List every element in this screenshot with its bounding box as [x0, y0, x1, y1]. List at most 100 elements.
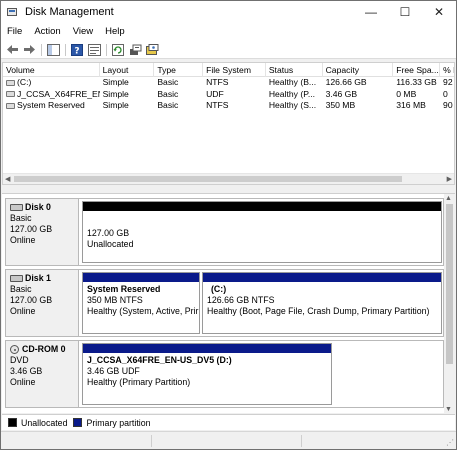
file-system-cell: NTFS — [206, 77, 229, 87]
column-header-volume[interactable]: Volume — [3, 63, 100, 77]
status-cell: Healthy (B... — [268, 77, 317, 87]
partition-size: 350 MB NTFS — [87, 295, 143, 305]
partition-status: Healthy (Boot, Page File, Crash Dump, Pr… — [207, 306, 430, 316]
disk-info[interactable]: Disk 0 Basic 127.00 GB Online — [6, 199, 79, 265]
help-icon[interactable]: ? — [70, 43, 84, 57]
window-title: Disk Management — [25, 6, 114, 18]
column-header-capacity[interactable]: Capacity — [323, 63, 394, 77]
table-row[interactable]: (C:) Simple Basic NTFS Healthy (B... 126… — [3, 77, 454, 89]
back-arrow-icon[interactable] — [5, 43, 19, 57]
status-bar-section — [301, 435, 302, 447]
disk-row: CD-ROM 0 DVD 3.46 GB Online J_CCSA_X64FR… — [5, 340, 444, 408]
status-bar: ⋰ — [1, 431, 456, 449]
status-bar-section — [151, 435, 152, 447]
disk-settings-icon[interactable] — [145, 43, 159, 57]
disk-title: CD-ROM 0 — [10, 344, 78, 355]
volume-name: J_CCSA_X64FRE_EN... — [17, 88, 100, 99]
title-bar: Disk Management — ☐ ✕ — [1, 1, 456, 23]
disk-size: 3.46 GB — [10, 366, 43, 376]
volume-list-horizontal-scrollbar[interactable]: ◀ ▶ — [3, 173, 454, 184]
column-header-free-space[interactable]: Free Spa... — [393, 63, 441, 77]
show-hide-console-tree-icon[interactable] — [46, 43, 60, 57]
toolbar-separator — [65, 43, 66, 56]
disk-row: Disk 1 Basic 127.00 GB Online System Res… — [5, 269, 444, 337]
disk-view-vertical-scrollbar[interactable]: ▲ ▼ — [444, 194, 455, 413]
free-space-cell: 316 MB — [396, 100, 426, 110]
maximize-button[interactable]: ☐ — [388, 1, 422, 23]
percent-free-cell: 92 — [443, 77, 453, 87]
disk-size: 127.00 GB — [10, 224, 53, 234]
scrollbar-thumb[interactable] — [446, 204, 453, 364]
disk-kind: Basic — [10, 213, 32, 223]
close-button[interactable]: ✕ — [422, 1, 456, 23]
disk-name: Disk 1 — [25, 273, 51, 283]
disk-info[interactable]: Disk 1 Basic 127.00 GB Online — [6, 270, 79, 336]
menu-action[interactable]: Action — [28, 23, 66, 41]
partition-details: 127.00 GB Unallocated — [83, 211, 441, 252]
menu-help[interactable]: Help — [99, 23, 131, 41]
disk-management-window: Disk Management — ☐ ✕ File Action View H… — [0, 0, 457, 450]
menu-file[interactable]: File — [1, 23, 28, 41]
volume-name: (C:) — [17, 77, 32, 87]
table-row[interactable]: System Reserved Simple Basic NTFS Health… — [3, 100, 454, 112]
disk-kind: DVD — [10, 355, 29, 365]
legend-unallocated-label: Unallocated — [21, 417, 68, 428]
scroll-up-icon[interactable]: ▲ — [445, 195, 452, 202]
toolbar: ? — [1, 41, 456, 59]
volume-list-header: Volume Layout Type File System Status Ca… — [3, 63, 454, 77]
type-cell: Basic — [157, 88, 179, 99]
properties-icon[interactable] — [87, 43, 101, 57]
toolbar-separator — [41, 43, 42, 56]
forward-arrow-icon[interactable] — [22, 43, 36, 57]
partition-color-bar — [203, 273, 441, 282]
type-cell: Basic — [157, 77, 179, 87]
free-space-cell: 116.33 GB — [396, 77, 437, 87]
scroll-down-icon[interactable]: ▼ — [445, 406, 452, 413]
partition-details: J_CCSA_X64FRE_EN-US_DV5 (D:) 3.46 GB UDF… — [83, 353, 331, 390]
file-system-cell: UDF — [206, 88, 224, 99]
menu-view[interactable]: View — [67, 23, 99, 41]
column-header-file-system[interactable]: File System — [203, 63, 266, 77]
status-cell: Healthy (P... — [268, 88, 315, 99]
partition-color-bar — [83, 344, 331, 353]
free-space-cell: 0 MB — [396, 88, 417, 99]
partition-size: 127.00 GB — [87, 228, 130, 238]
partition-size: 3.46 GB UDF — [87, 366, 140, 376]
c-drive-partition[interactable]: (C:) 126.66 GB NTFS Healthy (Boot, Page … — [202, 272, 442, 334]
legend-primary-partition-label: Primary partition — [86, 417, 151, 428]
volume-icon — [6, 79, 15, 86]
percent-free-cell: 90 — [443, 100, 453, 110]
unallocated-partition[interactable]: 127.00 GB Unallocated — [82, 201, 442, 263]
system-reserved-partition[interactable]: System Reserved 350 MB NTFS Healthy (Sys… — [82, 272, 200, 334]
column-header-layout[interactable]: Layout — [100, 63, 155, 77]
disk-title: Disk 1 — [10, 273, 78, 284]
disk-info[interactable]: CD-ROM 0 DVD 3.46 GB Online — [6, 341, 79, 407]
partition-name: (C:) — [211, 284, 227, 294]
status-cell: Healthy (S... — [268, 100, 317, 110]
column-header-percent-free[interactable]: % F — [440, 63, 454, 77]
column-header-status[interactable]: Status — [266, 63, 323, 77]
scrollbar-thumb[interactable] — [14, 176, 402, 182]
legend: Unallocated Primary partition — [2, 414, 455, 430]
partition-status: Healthy (System, Active, Prir — [87, 306, 199, 316]
capacity-cell: 3.46 GB — [325, 88, 358, 99]
table-row[interactable]: J_CCSA_X64FRE_EN... Simple Basic UDF Hea… — [3, 89, 454, 101]
layout-cell: Simple — [102, 77, 129, 87]
partition-color-bar — [83, 202, 441, 211]
disk-name: Disk 0 — [25, 202, 51, 212]
column-header-type[interactable]: Type — [154, 63, 204, 77]
capacity-cell: 126.66 GB — [325, 77, 367, 87]
pane-splitter[interactable] — [1, 185, 456, 193]
resize-grip-icon[interactable]: ⋰ — [446, 438, 454, 447]
rescan-disks-icon[interactable] — [128, 43, 142, 57]
toolbar-separator — [106, 43, 107, 56]
scroll-right-icon[interactable]: ▶ — [447, 175, 452, 183]
disk-row: Disk 0 Basic 127.00 GB Online 127.00 GB … — [5, 198, 444, 266]
capacity-cell: 350 MB — [325, 100, 356, 110]
dvd-volume-partition[interactable]: J_CCSA_X64FRE_EN-US_DV5 (D:) 3.46 GB UDF… — [82, 343, 332, 405]
refresh-icon[interactable] — [111, 43, 125, 57]
disk-kind: Basic — [10, 284, 32, 294]
scroll-left-icon[interactable]: ◀ — [5, 175, 10, 183]
minimize-button[interactable]: — — [354, 1, 388, 23]
disk-state: Online — [10, 306, 36, 316]
